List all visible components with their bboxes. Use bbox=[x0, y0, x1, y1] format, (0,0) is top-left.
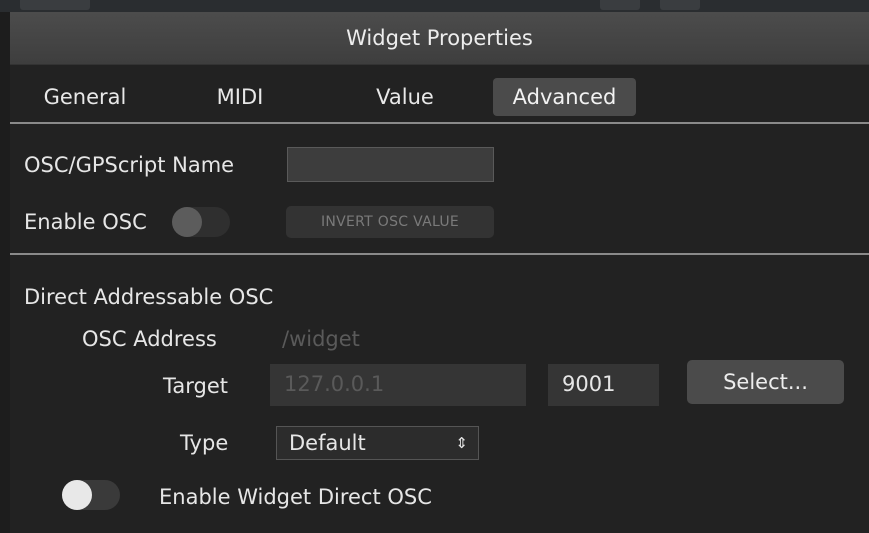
direct-osc-section-title: Direct Addressable OSC bbox=[24, 285, 274, 309]
select-arrows-icon: ⇕ bbox=[455, 434, 468, 452]
enable-direct-osc-toggle[interactable] bbox=[62, 480, 120, 510]
widget-properties-panel: Widget Properties General MIDI Value Adv… bbox=[10, 12, 869, 533]
section-divider bbox=[10, 253, 869, 255]
window-title: Widget Properties bbox=[346, 26, 533, 50]
tab-value[interactable]: Value bbox=[350, 78, 460, 116]
tabs-divider bbox=[10, 122, 869, 124]
window-title-bar[interactable]: Widget Properties bbox=[10, 12, 869, 65]
target-ip-input[interactable]: 127.0.0.1 bbox=[270, 364, 526, 406]
toggle-knob bbox=[62, 480, 92, 510]
type-select-value: Default bbox=[289, 431, 366, 455]
enable-osc-label: Enable OSC bbox=[24, 210, 147, 234]
osc-address-value[interactable]: /widget bbox=[282, 327, 360, 351]
enable-osc-toggle[interactable] bbox=[172, 207, 230, 237]
osc-name-label: OSC/GPScript Name bbox=[24, 153, 235, 177]
invert-osc-value-button[interactable]: INVERT OSC VALUE bbox=[286, 206, 494, 238]
target-label: Target bbox=[163, 374, 228, 398]
type-select[interactable]: Default ⇕ bbox=[276, 426, 479, 460]
select-target-button[interactable]: Select... bbox=[687, 360, 844, 404]
enable-direct-osc-label: Enable Widget Direct OSC bbox=[159, 485, 432, 509]
host-window-edge bbox=[600, 0, 640, 10]
target-port-input[interactable]: 9001 bbox=[548, 364, 659, 406]
tab-general[interactable]: General bbox=[24, 78, 146, 116]
host-window-edge bbox=[20, 0, 90, 10]
osc-name-input[interactable] bbox=[287, 147, 494, 182]
host-window-strip bbox=[0, 0, 869, 12]
tab-midi[interactable]: MIDI bbox=[190, 78, 290, 116]
toggle-knob bbox=[172, 207, 202, 237]
tab-advanced[interactable]: Advanced bbox=[493, 78, 636, 116]
osc-address-label: OSC Address bbox=[82, 327, 217, 351]
type-label: Type bbox=[180, 431, 229, 455]
host-window-edge bbox=[660, 0, 700, 10]
